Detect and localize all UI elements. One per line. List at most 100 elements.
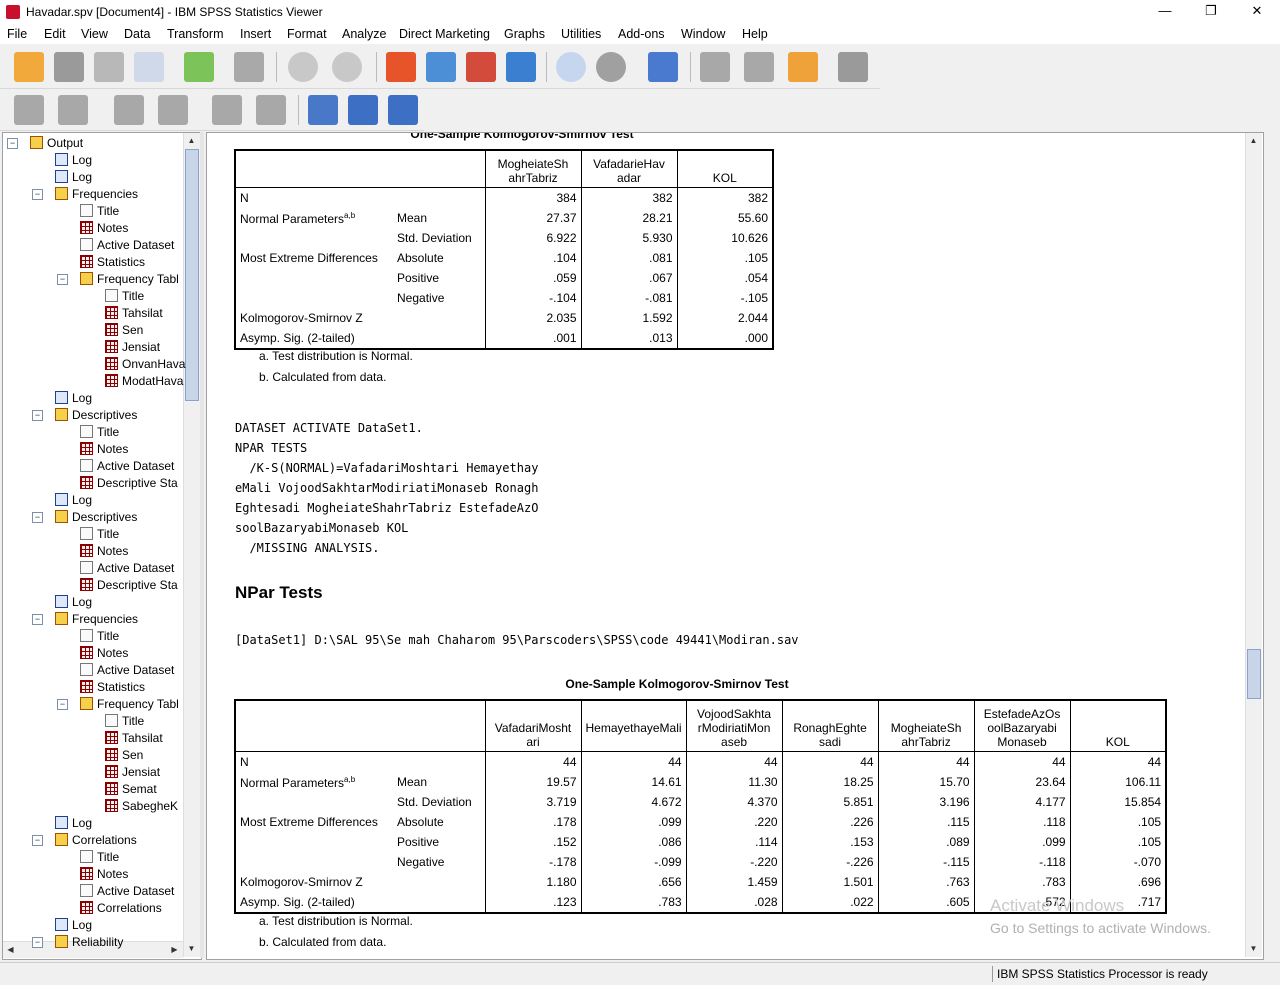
tree-collapse-toggle[interactable]: − bbox=[32, 937, 43, 948]
collapse-minus-icon[interactable] bbox=[158, 95, 188, 125]
scroll-right-arrow-icon[interactable]: ▶ bbox=[167, 942, 182, 957]
outline-item-title[interactable]: Title bbox=[105, 288, 144, 305]
outline-item-title[interactable]: Title bbox=[80, 203, 119, 220]
tree-collapse-toggle[interactable]: − bbox=[57, 274, 68, 285]
menu-file[interactable]: File bbox=[7, 27, 27, 41]
outline-item-output[interactable]: Output bbox=[30, 135, 83, 152]
menu-add-ons[interactable]: Add-ons bbox=[618, 27, 665, 41]
run-script-icon[interactable] bbox=[788, 52, 818, 82]
zoom-icon[interactable] bbox=[838, 52, 868, 82]
content-scroll-thumb[interactable] bbox=[1247, 649, 1261, 699]
outline-item-active-dataset[interactable]: Active Dataset bbox=[80, 458, 174, 475]
outline-scroll-thumb[interactable] bbox=[185, 149, 199, 401]
content-scrollbar[interactable]: ▲ ▼ bbox=[1245, 133, 1262, 957]
close-button[interactable]: ✕ bbox=[1234, 0, 1280, 24]
outline-item-descriptives[interactable]: Descriptives bbox=[55, 407, 137, 424]
goto-variable-icon[interactable] bbox=[466, 52, 496, 82]
menu-graphs[interactable]: Graphs bbox=[504, 27, 545, 41]
outline-item-frequency-tabl[interactable]: Frequency Tabl bbox=[80, 696, 179, 713]
insert-text-icon[interactable] bbox=[744, 52, 774, 82]
menu-window[interactable]: Window bbox=[681, 27, 725, 41]
outline-scrollbar[interactable]: ▲ ▼ bbox=[183, 133, 200, 957]
ks-test-table-2[interactable]: VafadariMosht ari HemayethayeMali VojoodSak… bbox=[234, 699, 1168, 914]
print-preview-icon[interactable] bbox=[134, 52, 164, 82]
show-all-variables-icon[interactable] bbox=[596, 52, 626, 82]
tree-collapse-toggle[interactable]: − bbox=[57, 699, 68, 710]
outline-item-log[interactable]: Log bbox=[55, 390, 92, 407]
outline-item-correlations[interactable]: Correlations bbox=[80, 900, 162, 917]
outline-item-notes[interactable]: Notes bbox=[80, 645, 128, 662]
print-icon[interactable] bbox=[94, 52, 124, 82]
use-sets-icon[interactable] bbox=[556, 52, 586, 82]
menu-data[interactable]: Data bbox=[124, 27, 150, 41]
outline-item-sen[interactable]: Sen bbox=[105, 747, 143, 764]
outline-item-statistics[interactable]: Statistics bbox=[80, 679, 145, 696]
tree-collapse-toggle[interactable]: − bbox=[32, 835, 43, 846]
tree-collapse-toggle[interactable]: − bbox=[32, 189, 43, 200]
menu-view[interactable]: View bbox=[81, 27, 108, 41]
outline-item-frequency-tabl[interactable]: Frequency Tabl bbox=[80, 271, 179, 288]
expand-plus-icon[interactable] bbox=[114, 95, 144, 125]
outline-item-active-dataset[interactable]: Active Dataset bbox=[80, 662, 174, 679]
outline-item-sabeghek[interactable]: SabegheK bbox=[105, 798, 178, 815]
restore-button[interactable]: ❐ bbox=[1188, 0, 1234, 24]
scroll-down-arrow-icon[interactable]: ▼ bbox=[184, 941, 199, 956]
tree-collapse-toggle[interactable]: − bbox=[7, 138, 18, 149]
tree-collapse-toggle[interactable]: − bbox=[32, 410, 43, 421]
outline-item-tahsilat[interactable]: Tahsilat bbox=[105, 730, 163, 747]
outline-item-log[interactable]: Log bbox=[55, 169, 92, 186]
menu-transform[interactable]: Transform bbox=[167, 27, 224, 41]
menu-edit[interactable]: Edit bbox=[44, 27, 66, 41]
outline-item-correlations[interactable]: Correlations bbox=[55, 832, 137, 849]
outline-item-statistics[interactable]: Statistics bbox=[80, 254, 145, 271]
outline-item-log[interactable]: Log bbox=[55, 594, 92, 611]
menu-direct-marketing[interactable]: Direct Marketing bbox=[399, 27, 490, 41]
outline-item-semat[interactable]: Semat bbox=[105, 781, 157, 798]
outline-item-frequencies[interactable]: Frequencies bbox=[55, 611, 138, 628]
save-icon[interactable] bbox=[54, 52, 84, 82]
scroll-left-arrow-icon[interactable]: ◀ bbox=[3, 942, 18, 957]
export-icon[interactable] bbox=[184, 52, 214, 82]
outline-item-jensiat[interactable]: Jensiat bbox=[105, 339, 160, 356]
outline-item-descriptive-sta[interactable]: Descriptive Sta bbox=[80, 475, 178, 492]
outline-item-descriptives[interactable]: Descriptives bbox=[55, 509, 137, 526]
menu-insert[interactable]: Insert bbox=[240, 27, 271, 41]
outline-item-tahsilat[interactable]: Tahsilat bbox=[105, 305, 163, 322]
scroll-up-arrow-icon[interactable]: ▲ bbox=[184, 133, 199, 148]
variables-icon[interactable] bbox=[506, 52, 536, 82]
outline-item-notes[interactable]: Notes bbox=[80, 866, 128, 883]
outline-item-title[interactable]: Title bbox=[80, 424, 119, 441]
outline-item-title[interactable]: Title bbox=[105, 713, 144, 730]
outline-item-notes[interactable]: Notes bbox=[80, 441, 128, 458]
menu-analyze[interactable]: Analyze bbox=[342, 27, 386, 41]
outline-item-active-dataset[interactable]: Active Dataset bbox=[80, 237, 174, 254]
goto-data-icon[interactable] bbox=[386, 52, 416, 82]
outline-item-modathava[interactable]: ModatHava bbox=[105, 373, 183, 390]
ks-test-table-1[interactable]: MogheiateSh ahrTabriz VafadarieHav adar KOL N… bbox=[234, 149, 774, 350]
outline-item-frequencies[interactable]: Frequencies bbox=[55, 186, 138, 203]
open-folder-icon[interactable] bbox=[14, 52, 44, 82]
undo-icon[interactable] bbox=[288, 52, 318, 82]
outline-item-title[interactable]: Title bbox=[80, 849, 119, 866]
output-content-pane[interactable]: One-Sample Kolmogorov-Smirnov Test Moghe… bbox=[206, 132, 1264, 960]
pane-splitter[interactable] bbox=[200, 132, 204, 958]
hide-icon[interactable] bbox=[256, 95, 286, 125]
insert-title-icon[interactable] bbox=[348, 95, 378, 125]
designate-window-icon[interactable] bbox=[648, 52, 678, 82]
content-scroll-up-icon[interactable]: ▲ bbox=[1246, 133, 1261, 148]
outline-item-reliability[interactable]: Reliability bbox=[55, 934, 123, 951]
insert-heading-icon[interactable] bbox=[308, 95, 338, 125]
menu-format[interactable]: Format bbox=[287, 27, 327, 41]
outline-pane[interactable]: ▲ ▼ ◀ ▶ − Output Log Log − Frequencies Title No… bbox=[2, 132, 202, 960]
menu-help[interactable]: Help bbox=[742, 27, 768, 41]
outline-item-active-dataset[interactable]: Active Dataset bbox=[80, 560, 174, 577]
insert-output-icon[interactable] bbox=[700, 52, 730, 82]
insert-page-icon[interactable] bbox=[388, 95, 418, 125]
outline-item-title[interactable]: Title bbox=[80, 628, 119, 645]
outline-item-log[interactable]: Log bbox=[55, 815, 92, 832]
goto-case-icon[interactable] bbox=[426, 52, 456, 82]
outline-item-active-dataset[interactable]: Active Dataset bbox=[80, 883, 174, 900]
minimize-button[interactable]: — bbox=[1142, 0, 1188, 24]
tree-collapse-toggle[interactable]: − bbox=[32, 512, 43, 523]
outline-item-log[interactable]: Log bbox=[55, 152, 92, 169]
